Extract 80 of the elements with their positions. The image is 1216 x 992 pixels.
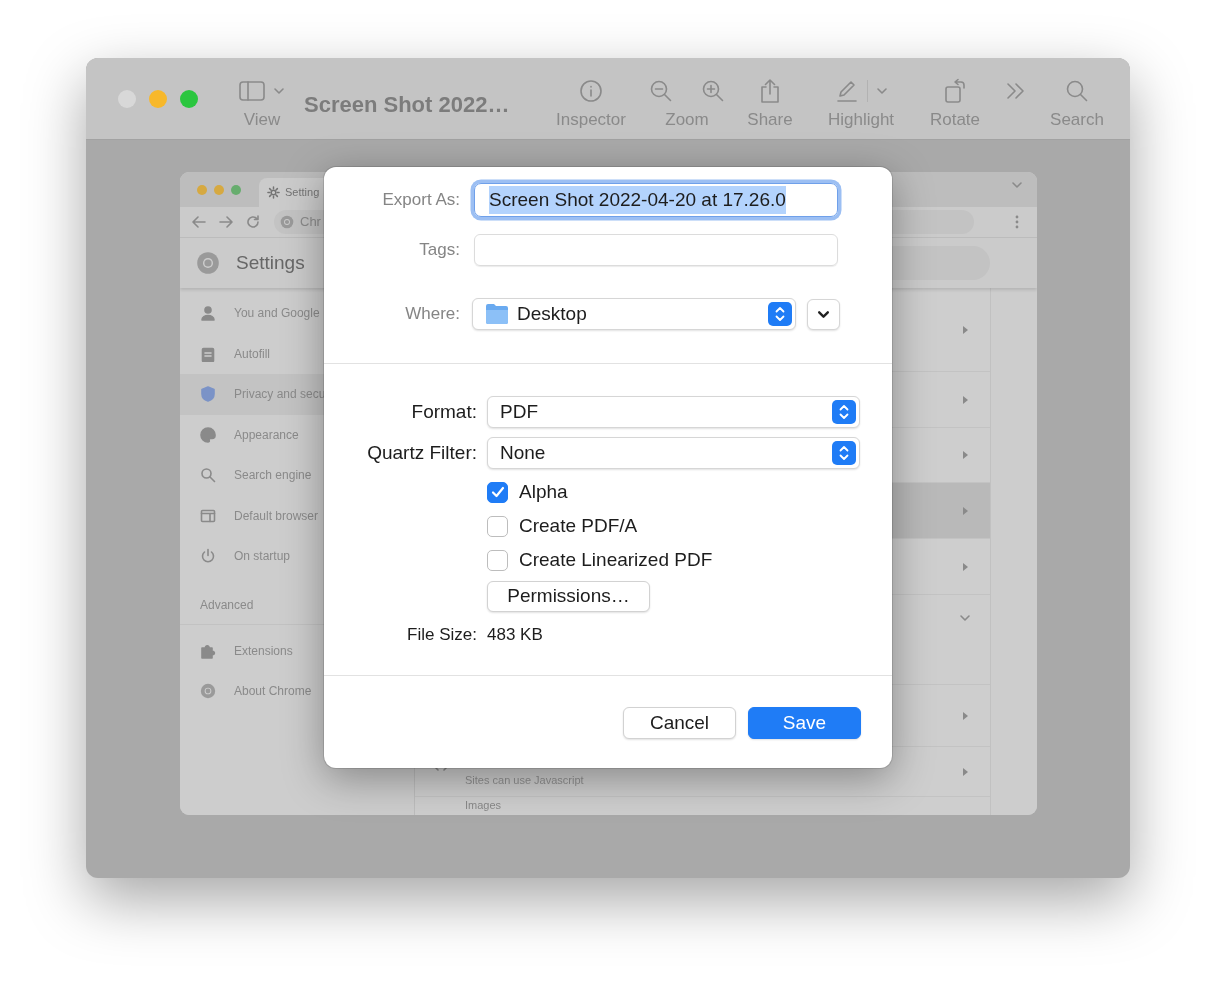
reload-icon xyxy=(246,215,260,229)
chevron-down-icon xyxy=(875,85,888,97)
folder-icon xyxy=(485,303,509,325)
checkbox-label: Alpha xyxy=(519,479,568,504)
toolbar-button[interactable]: View xyxy=(240,58,284,130)
sidebar-item[interactable]: About Chrome xyxy=(180,671,414,712)
section-label: Advanced xyxy=(200,596,254,614)
share-icon xyxy=(759,78,781,104)
sidebar-item[interactable]: Default browser xyxy=(180,495,414,536)
toolbar-button[interactable]: Rotate xyxy=(920,58,990,130)
clipboard-icon xyxy=(200,345,216,362)
sidebar-item[interactable]: On startup xyxy=(180,536,414,577)
caret-right-icon xyxy=(963,711,968,720)
toolbar-button[interactable]: Zoom xyxy=(647,58,727,130)
search-icon xyxy=(200,467,216,484)
palette-icon xyxy=(200,426,216,443)
forward-arrow-icon xyxy=(219,215,233,229)
browser-window-icon xyxy=(200,507,216,524)
page-heading: Settings xyxy=(236,250,305,275)
window-control-button[interactable] xyxy=(149,90,167,108)
zoom-out-icon xyxy=(649,79,673,103)
checkmark-icon xyxy=(490,486,505,498)
tags-field[interactable] xyxy=(474,234,838,266)
tab-title: Setting xyxy=(285,185,320,201)
back-arrow-icon xyxy=(192,215,206,229)
option-popup[interactable]: PDF xyxy=(487,396,860,428)
field-label: File Size: xyxy=(406,624,477,646)
dialog-button[interactable]: Save xyxy=(748,707,861,739)
chrome-logo-icon xyxy=(196,251,220,275)
window-title: Screen Shot 2022… xyxy=(304,91,510,119)
dialog-button[interactable]: Cancel xyxy=(623,707,736,739)
caret-right-icon xyxy=(963,325,968,334)
toolbar-button[interactable]: Share xyxy=(738,58,802,130)
expand-button[interactable] xyxy=(807,298,840,330)
puzzle-piece-icon xyxy=(200,642,216,659)
chrome-logo-icon xyxy=(200,683,216,700)
checkbox-label: Create Linearized PDF xyxy=(519,547,713,572)
toolbar-button[interactable]: Highlight xyxy=(813,58,909,130)
chrome-logo-icon xyxy=(280,215,294,229)
checkbox-label: Create PDF/A xyxy=(519,513,638,538)
field-label: Where: xyxy=(404,303,460,326)
stepper-icon xyxy=(832,441,856,465)
rotate-icon xyxy=(943,78,967,104)
gear-icon xyxy=(267,186,280,199)
stepper-icon xyxy=(832,400,856,424)
setting-title: Images xyxy=(465,799,502,811)
stepper-icon xyxy=(768,302,792,326)
sidebar-item[interactable]: Autofill xyxy=(180,333,414,374)
checkbox[interactable] xyxy=(487,481,508,503)
window-control-button[interactable] xyxy=(197,184,207,195)
field-label: Tags: xyxy=(418,239,460,262)
search-icon xyxy=(1065,79,1089,103)
checkbox[interactable] xyxy=(487,549,508,571)
caret-right-icon xyxy=(963,506,968,515)
caret-right-icon xyxy=(963,451,968,459)
zoom-in-icon xyxy=(701,79,725,103)
field-label: Export As: xyxy=(381,189,460,212)
caret-right-icon xyxy=(963,767,968,776)
option-popup[interactable]: None xyxy=(487,437,860,469)
settings-row[interactable]: Images xyxy=(415,797,990,815)
sidebar-icon xyxy=(239,81,265,101)
checkbox[interactable] xyxy=(487,515,508,537)
person-icon xyxy=(200,305,216,322)
file-size-value: 483 KB xyxy=(487,624,544,646)
power-icon xyxy=(200,548,216,565)
info-icon xyxy=(579,79,603,103)
window-control-button[interactable] xyxy=(180,90,198,108)
window-control-button[interactable] xyxy=(231,184,241,195)
toolbar-button[interactable]: Search xyxy=(1042,58,1112,130)
caret-right-icon xyxy=(963,562,968,571)
field-label: Quartz Filter: xyxy=(366,440,477,465)
permissions-button[interactable]: Permissions… xyxy=(487,581,650,612)
window-control-button[interactable] xyxy=(214,184,224,195)
pencil-icon xyxy=(834,79,859,103)
toolbar-button[interactable]: Inspector xyxy=(546,58,636,130)
caret-right-icon xyxy=(963,395,968,404)
location-popup[interactable]: Desktop xyxy=(472,298,796,330)
shield-icon xyxy=(200,386,216,403)
more-vertical-icon[interactable] xyxy=(1015,215,1019,229)
chevron-down-icon xyxy=(273,85,285,97)
